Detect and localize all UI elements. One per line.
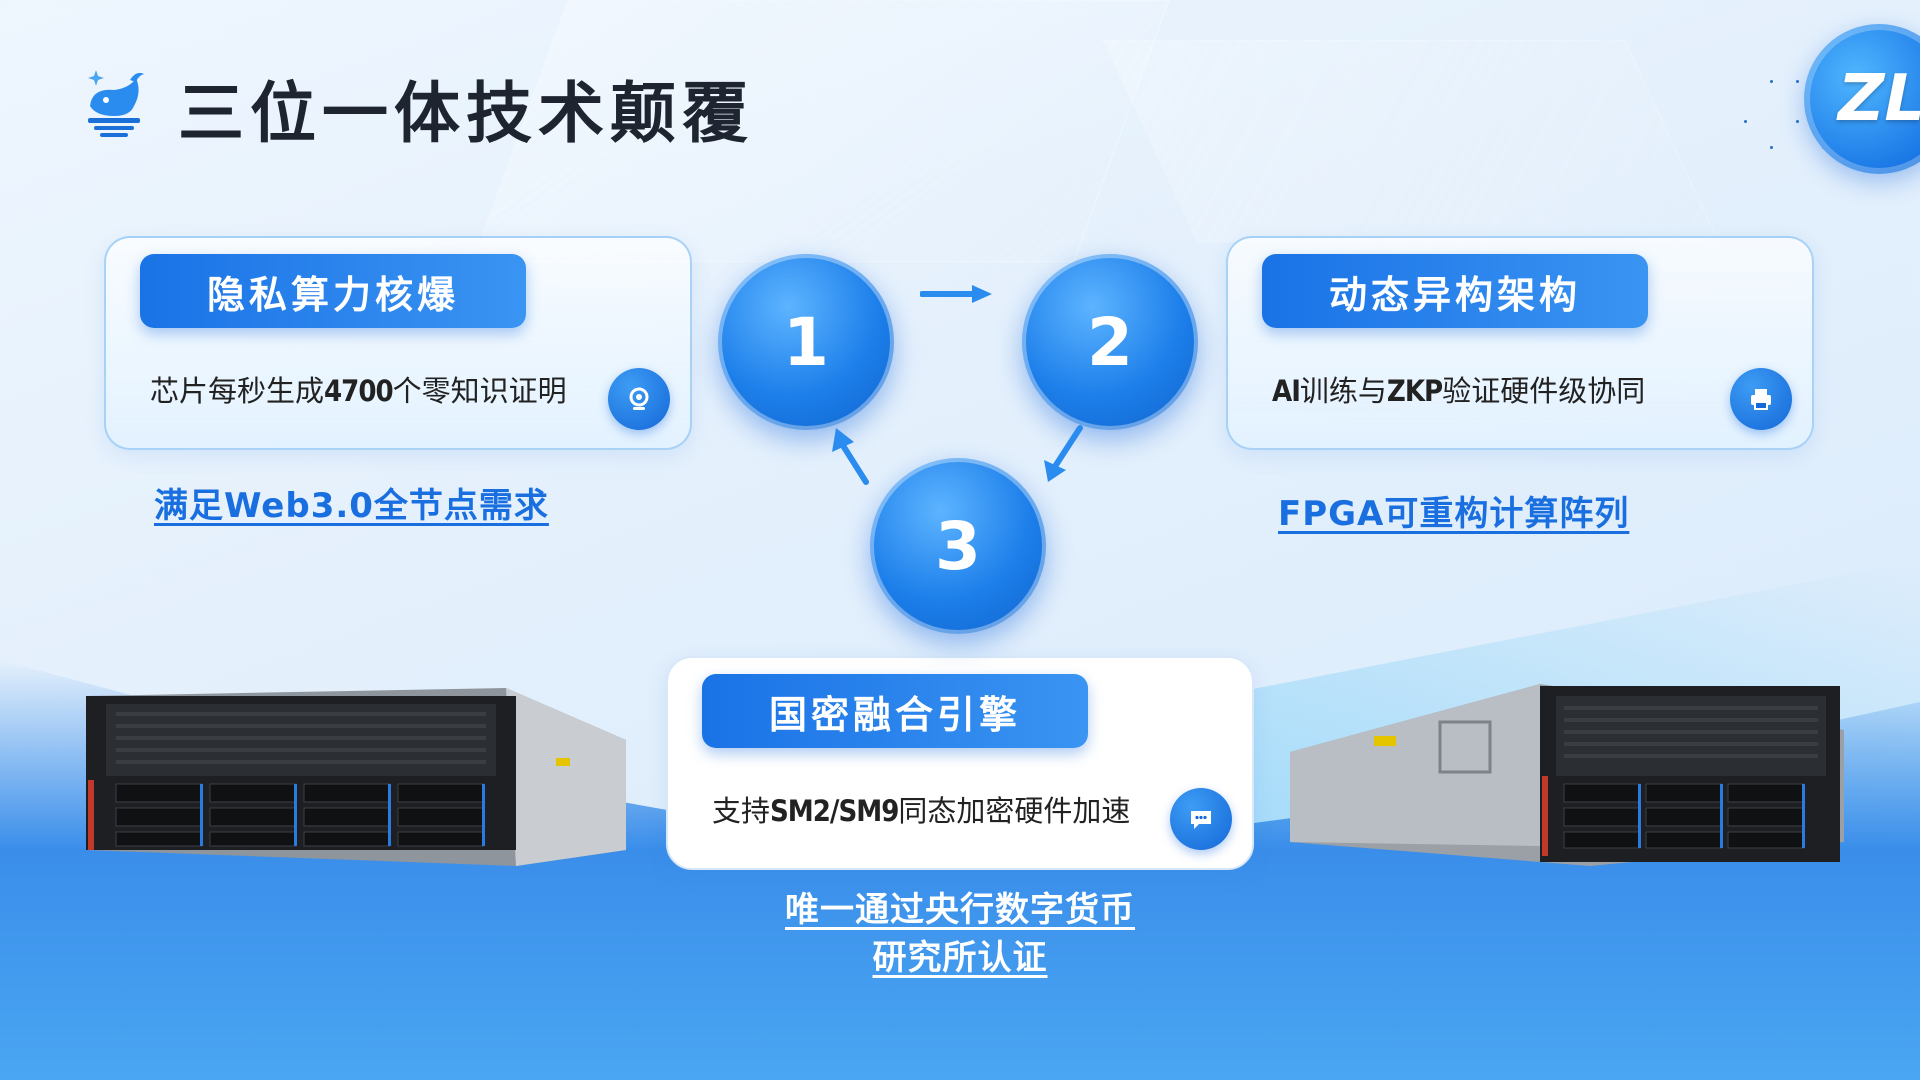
- step-number-1: 1: [718, 254, 894, 430]
- step-number-3: 3: [870, 458, 1046, 634]
- step-number-2: 2: [1022, 254, 1198, 430]
- feature-card-title: 国密融合引擎: [702, 674, 1088, 748]
- page-title: 三位一体技术颠覆: [178, 75, 754, 152]
- brand-badge-letters: ZL: [1838, 62, 1920, 136]
- arrow-up-left-icon: [832, 428, 869, 485]
- feature-card-description: AI训练与ZKP验证硬件级协同: [1272, 374, 1646, 408]
- feature-card-description: 芯片每秒生成4700个零知识证明: [150, 374, 567, 408]
- feature-card-privacy-compute: 隐私算力核爆 芯片每秒生成4700个零知识证明: [104, 236, 692, 450]
- feature-note-certification: 唯一通过央行数字货币 研究所认证: [785, 890, 1135, 978]
- brand-badge-icon: ZL: [1804, 24, 1920, 174]
- rack-server-left-image: [86, 688, 626, 866]
- chat-icon: [1170, 788, 1232, 850]
- rack-server-right-image: [1290, 684, 1844, 866]
- arrow-down-left-icon: [1044, 425, 1083, 482]
- feature-card-title: 隐私算力核爆: [140, 254, 526, 328]
- feature-card-description: 支持SM2/SM9同态加密硬件加速: [712, 794, 1131, 828]
- feature-card-crypto-engine: 国密融合引擎 支持SM2/SM9同态加密硬件加速: [666, 656, 1254, 870]
- whale-logo-icon: [84, 66, 148, 140]
- background-glass-panel: [1102, 40, 1720, 242]
- webcam-icon: [608, 368, 670, 430]
- arrow-right-icon: [920, 285, 992, 303]
- feature-note-fpga: FPGA可重构计算阵列: [1278, 494, 1630, 534]
- printer-icon: [1730, 368, 1792, 430]
- feature-card-title: 动态异构架构: [1262, 254, 1648, 328]
- feature-card-heterogeneous-arch: 动态异构架构 AI训练与ZKP验证硬件级协同: [1226, 236, 1814, 450]
- feature-note-web3: 满足Web3.0全节点需求: [154, 486, 549, 526]
